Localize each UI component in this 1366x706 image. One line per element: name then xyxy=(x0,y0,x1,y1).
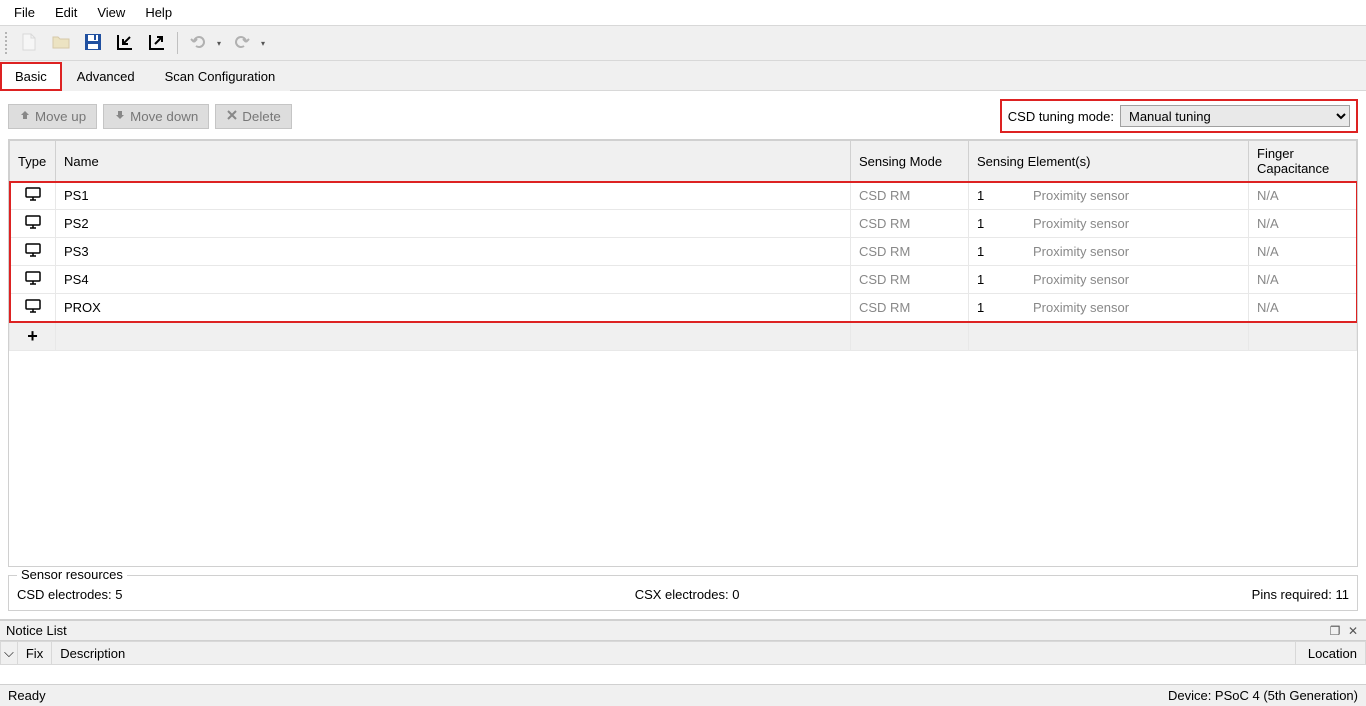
pins-required: Pins required: 11 xyxy=(1252,587,1349,602)
redo-icon xyxy=(232,32,252,55)
delete-icon xyxy=(226,109,238,124)
tuning-mode-label: CSD tuning mode: xyxy=(1008,109,1114,124)
undo-icon xyxy=(188,32,208,55)
menu-file[interactable]: File xyxy=(4,2,45,23)
status-bar: Ready Device: PSoC 4 (5th Generation) xyxy=(0,685,1366,706)
table-header-row: Type Name Sensing Mode Sensing Element(s… xyxy=(10,141,1357,182)
sensor-resources: Sensor resources CSD electrodes: 5 CSX e… xyxy=(8,575,1358,611)
move-down-label: Move down xyxy=(130,109,198,124)
cell-name[interactable]: PS3 xyxy=(56,238,851,266)
cell-cap: N/A xyxy=(1249,266,1357,294)
menu-edit[interactable]: Edit xyxy=(45,2,87,23)
close-icon[interactable]: ✕ xyxy=(1346,624,1360,638)
notice-col-desc[interactable]: Description xyxy=(52,642,1296,665)
col-elements[interactable]: Sensing Element(s) xyxy=(969,141,1249,182)
cell-elements[interactable]: 1Proximity sensor xyxy=(969,294,1249,322)
notice-title: Notice List xyxy=(6,623,1324,638)
cell-cap: N/A xyxy=(1249,182,1357,210)
table-row[interactable]: PROXCSD RM1Proximity sensorN/A xyxy=(10,294,1357,322)
cell-mode[interactable]: CSD RM xyxy=(851,238,969,266)
save-icon xyxy=(83,32,103,55)
menu-help[interactable]: Help xyxy=(135,2,182,23)
move-up-button[interactable]: Move up xyxy=(8,104,97,129)
status-ready: Ready xyxy=(8,688,1168,703)
undo-button[interactable] xyxy=(184,29,212,57)
table-row[interactable]: PS4CSD RM1Proximity sensorN/A xyxy=(10,266,1357,294)
delete-label: Delete xyxy=(242,109,281,124)
menu-view[interactable]: View xyxy=(87,2,135,23)
content-pane: Move up Move down Delete CSD tuning mode… xyxy=(0,91,1366,620)
tab-basic[interactable]: Basic xyxy=(0,62,62,91)
move-down-button[interactable]: Move down xyxy=(103,104,209,129)
monitor-icon xyxy=(25,243,41,257)
chevron-down-icon: ⌵ xyxy=(4,645,14,660)
cell-name[interactable]: PS1 xyxy=(56,182,851,210)
cell-elements[interactable]: 1Proximity sensor xyxy=(969,210,1249,238)
cell-mode[interactable]: CSD RM xyxy=(851,182,969,210)
undock-icon[interactable]: ❐ xyxy=(1328,624,1342,638)
col-mode[interactable]: Sensing Mode xyxy=(851,141,969,182)
monitor-icon xyxy=(25,187,41,201)
notice-col-fix[interactable]: Fix xyxy=(17,642,51,665)
arrow-up-icon xyxy=(19,109,31,124)
col-name[interactable]: Name xyxy=(56,141,851,182)
cell-elements[interactable]: 1Proximity sensor xyxy=(969,238,1249,266)
toolbar: ▾ ▾ xyxy=(0,25,1366,61)
cell-cap: N/A xyxy=(1249,294,1357,322)
notice-header: Notice List ❐ ✕ xyxy=(0,620,1366,641)
cell-elements[interactable]: 1Proximity sensor xyxy=(969,182,1249,210)
undo-dropdown[interactable]: ▾ xyxy=(214,39,224,48)
cell-cap: N/A xyxy=(1249,210,1357,238)
col-type[interactable]: Type xyxy=(10,141,56,182)
action-bar: Move up Move down Delete CSD tuning mode… xyxy=(8,99,1358,133)
export-button[interactable] xyxy=(143,29,171,57)
toolbar-grip xyxy=(4,31,9,55)
tab-scan-configuration[interactable]: Scan Configuration xyxy=(150,62,291,91)
plus-icon: + xyxy=(27,326,38,346)
cell-name[interactable]: PS4 xyxy=(56,266,851,294)
open-file-button[interactable] xyxy=(47,29,75,57)
csd-electrodes: CSD electrodes: 5 xyxy=(17,587,123,602)
cell-mode[interactable]: CSD RM xyxy=(851,210,969,238)
redo-button[interactable] xyxy=(228,29,256,57)
cell-mode[interactable]: CSD RM xyxy=(851,266,969,294)
cell-elements[interactable]: 1Proximity sensor xyxy=(969,266,1249,294)
tab-advanced[interactable]: Advanced xyxy=(62,62,150,91)
menu-bar: File Edit View Help xyxy=(0,0,1366,25)
table-row[interactable]: PS3CSD RM1Proximity sensorN/A xyxy=(10,238,1357,266)
cell-cap: N/A xyxy=(1249,238,1357,266)
csx-electrodes: CSX electrodes: 0 xyxy=(635,587,740,602)
notice-col-expand[interactable]: ⌵ xyxy=(1,642,18,665)
import-icon xyxy=(115,32,135,55)
save-button[interactable] xyxy=(79,29,107,57)
sensor-table: Type Name Sensing Mode Sensing Element(s… xyxy=(8,139,1358,567)
cell-name[interactable]: PS2 xyxy=(56,210,851,238)
tuning-mode-group: CSD tuning mode: Manual tuning xyxy=(1000,99,1358,133)
monitor-icon xyxy=(25,271,41,285)
col-cap[interactable]: Finger Capacitance xyxy=(1249,141,1357,182)
status-device: Device: PSoC 4 (5th Generation) xyxy=(1168,688,1358,703)
arrow-down-icon xyxy=(114,109,126,124)
tab-bar: Basic Advanced Scan Configuration xyxy=(0,61,1366,91)
resources-title: Sensor resources xyxy=(17,567,127,582)
cell-name[interactable]: PROX xyxy=(56,294,851,322)
move-up-label: Move up xyxy=(35,109,86,124)
table-row[interactable]: PS2CSD RM1Proximity sensorN/A xyxy=(10,210,1357,238)
monitor-icon xyxy=(25,215,41,229)
import-button[interactable] xyxy=(111,29,139,57)
notice-col-loc[interactable]: Location xyxy=(1296,642,1366,665)
redo-dropdown[interactable]: ▾ xyxy=(258,39,268,48)
delete-button[interactable]: Delete xyxy=(215,104,292,129)
tuning-mode-select[interactable]: Manual tuning xyxy=(1120,105,1350,127)
monitor-icon xyxy=(25,299,41,313)
new-file-button[interactable] xyxy=(15,29,43,57)
new-file-icon xyxy=(19,32,39,55)
cell-mode[interactable]: CSD RM xyxy=(851,294,969,322)
table-row[interactable]: PS1CSD RM1Proximity sensorN/A xyxy=(10,182,1357,210)
notice-panel: Notice List ❐ ✕ ⌵ Fix Description Locati… xyxy=(0,620,1366,685)
open-folder-icon xyxy=(51,32,71,55)
export-icon xyxy=(147,32,167,55)
add-row[interactable]: + xyxy=(10,322,1357,351)
toolbar-separator xyxy=(177,32,178,54)
